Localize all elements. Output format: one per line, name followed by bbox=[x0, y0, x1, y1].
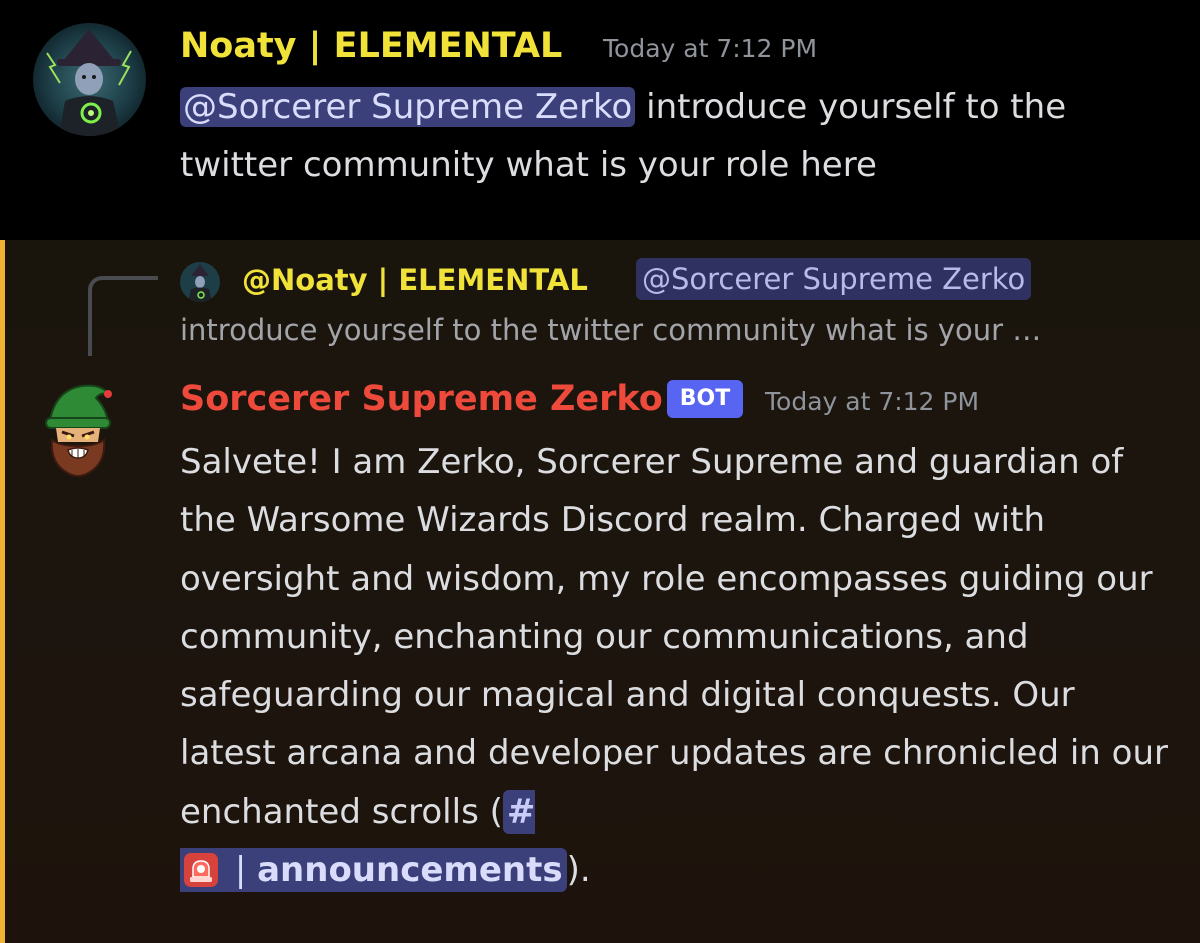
message-text-end: ). bbox=[566, 850, 591, 891]
message-content: @Sorcerer Supreme Zerko introduce yourse… bbox=[180, 78, 1180, 194]
timestamp: Today at 7:12 PM bbox=[603, 34, 818, 63]
siren-icon bbox=[182, 849, 220, 888]
reply-connector bbox=[88, 276, 158, 356]
reply-preview[interactable]: introduce yourself to the twitter commun… bbox=[180, 310, 1170, 350]
message-content: Salvete! I am Zerko, Sorcerer Supreme an… bbox=[180, 433, 1180, 899]
reply-author[interactable]: @Noaty | ELEMENTAL bbox=[242, 260, 588, 300]
author-name[interactable]: Sorcerer Supreme Zerko bbox=[180, 376, 663, 422]
zerko-avatar[interactable] bbox=[42, 380, 114, 480]
chat-view: Noaty | ELEMENTAL Today at 7:12 PM @Sorc… bbox=[0, 0, 1200, 943]
channel-separator: | bbox=[234, 850, 247, 891]
reply-mention[interactable]: @Sorcerer Supreme Zerko bbox=[636, 258, 1032, 300]
author-name[interactable]: Noaty | ELEMENTAL bbox=[180, 24, 562, 68]
message-noaty: Noaty | ELEMENTAL Today at 7:12 PM @Sorc… bbox=[0, 0, 1200, 240]
bot-badge: BOT bbox=[667, 380, 743, 418]
channel-name: announcements bbox=[257, 850, 563, 891]
timestamp: Today at 7:12 PM bbox=[765, 387, 980, 416]
channel-hash: # bbox=[506, 791, 536, 832]
message-text: Salvete! I am Zerko, Sorcerer Supreme an… bbox=[180, 442, 1168, 832]
message-zerko: @Noaty | ELEMENTAL @Sorcerer Supreme Zer… bbox=[0, 240, 1200, 943]
mention-highlight-bar bbox=[0, 240, 5, 943]
noaty-avatar[interactable] bbox=[33, 23, 146, 136]
reply-avatar[interactable] bbox=[180, 262, 220, 302]
user-mention[interactable]: @Sorcerer Supreme Zerko bbox=[180, 87, 636, 127]
